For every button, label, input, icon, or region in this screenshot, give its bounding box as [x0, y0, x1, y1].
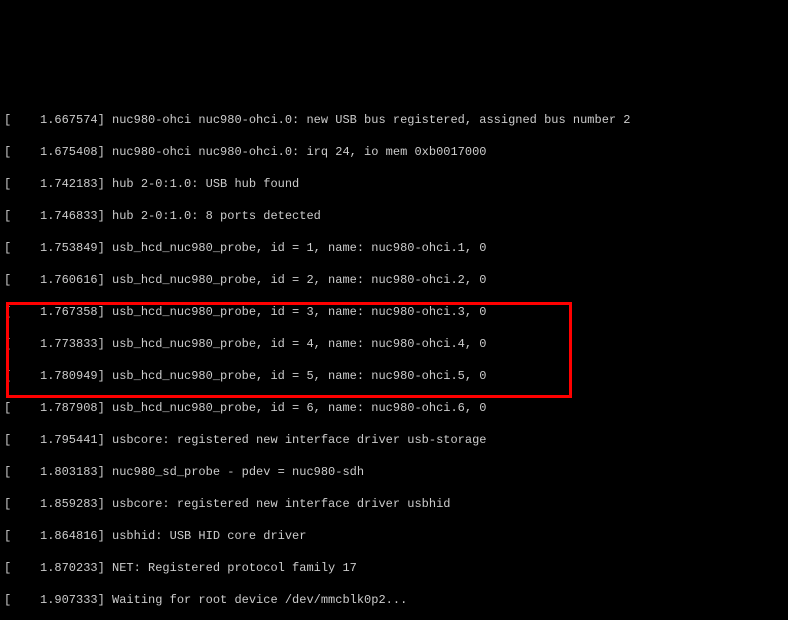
log-line: [ 1.767358] usb_hcd_nuc980_probe, id = 3…	[4, 304, 784, 320]
log-line: [ 1.780949] usb_hcd_nuc980_probe, id = 5…	[4, 368, 784, 384]
log-line: [ 1.803183] nuc980_sd_probe - pdev = nuc…	[4, 464, 784, 480]
log-line: [ 1.746833] hub 2-0:1.0: 8 ports detecte…	[4, 208, 784, 224]
log-line: [ 1.742183] hub 2-0:1.0: USB hub found	[4, 176, 784, 192]
log-line: [ 1.675408] nuc980-ohci nuc980-ohci.0: i…	[4, 144, 784, 160]
log-line: [ 1.667574] nuc980-ohci nuc980-ohci.0: n…	[4, 112, 784, 128]
terminal[interactable]: [ 1.667574] nuc980-ohci nuc980-ohci.0: n…	[0, 80, 788, 620]
log-line: [ 1.773833] usb_hcd_nuc980_probe, id = 4…	[4, 336, 784, 352]
log-line: [ 1.795441] usbcore: registered new inte…	[4, 432, 784, 448]
log-line: [ 1.753849] usb_hcd_nuc980_probe, id = 1…	[4, 240, 784, 256]
log-line: [ 1.760616] usb_hcd_nuc980_probe, id = 2…	[4, 272, 784, 288]
log-line: [ 1.859283] usbcore: registered new inte…	[4, 496, 784, 512]
log-line: [ 1.787908] usb_hcd_nuc980_probe, id = 6…	[4, 400, 784, 416]
log-line: [ 1.864816] usbhid: USB HID core driver	[4, 528, 784, 544]
log-line: [ 1.907333] Waiting for root device /dev…	[4, 592, 784, 608]
log-line: [ 1.870233] NET: Registered protocol fam…	[4, 560, 784, 576]
